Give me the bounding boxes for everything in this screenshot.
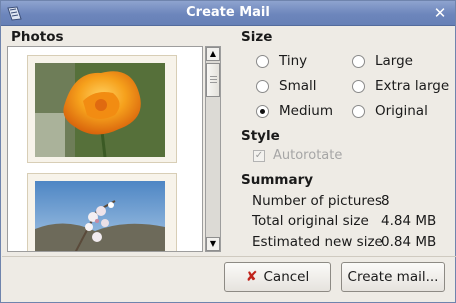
create-mail-button-label: Create mail... [347,269,439,285]
size-option-large[interactable]: Large [352,52,413,70]
orange-poppy-photo[interactable] [35,63,165,157]
radio-label: Tiny [279,53,308,69]
size-option-medium[interactable]: Medium [256,102,333,120]
radio-icon[interactable] [352,104,365,118]
cancel-button-label: Cancel [263,269,310,285]
radio-label: Extra large [375,78,450,94]
autorotate-checkbox[interactable]: ✓ Autorotate [253,148,342,163]
radio-label: Medium [279,103,333,119]
summary-value-pictures: 8 [381,193,390,209]
radio-icon[interactable] [256,54,269,68]
photos-heading: Photos [11,29,64,45]
scroll-up-icon[interactable]: ▲ [206,47,220,61]
size-option-small[interactable]: Small [256,77,317,95]
photos-list[interactable] [7,46,203,252]
summary-label-pictures: Number of pictures [252,193,383,209]
cancel-icon: ✘ [245,269,258,285]
window-title: Create Mail [186,5,270,20]
size-option-original[interactable]: Original [352,102,428,120]
close-icon[interactable]: ✕ [431,4,449,22]
summary-label-new-size: Estimated new size [252,234,383,250]
summary-value-new-size: 0.84 MB [381,234,437,250]
cancel-button[interactable]: ✘ Cancel [224,262,331,292]
summary-heading: Summary [241,172,314,188]
separator [2,256,456,257]
photos-scrollbar[interactable]: ▲ ▼ [205,46,221,252]
summary-label-original-size: Total original size [252,213,369,229]
radio-icon[interactable] [352,54,365,68]
radio-icon[interactable] [352,79,365,93]
size-option-tiny[interactable]: Tiny [256,52,307,70]
radio-icon[interactable] [256,79,269,93]
title-bar[interactable]: Create Mail ✕ [1,1,455,26]
autorotate-label: Autorotate [273,148,343,163]
scroll-down-icon[interactable]: ▼ [206,237,220,251]
flowering-branch-photo[interactable] [35,181,165,252]
checkbox-checked-icon[interactable]: ✓ [253,149,265,162]
scroll-thumb[interactable] [206,63,220,97]
size-heading: Size [241,29,273,45]
radio-selected-icon[interactable] [256,104,269,118]
style-heading: Style [241,128,280,144]
create-mail-button[interactable]: Create mail... [341,262,445,292]
create-mail-dialog: Create Mail ✕ Photos ▲ ▼ Size Tiny Large… [0,0,456,303]
radio-label: Large [375,53,413,69]
summary-value-original-size: 4.84 MB [381,213,437,229]
radio-label: Original [375,103,428,119]
radio-label: Small [279,78,317,94]
size-option-extra-large[interactable]: Extra large [352,77,449,95]
